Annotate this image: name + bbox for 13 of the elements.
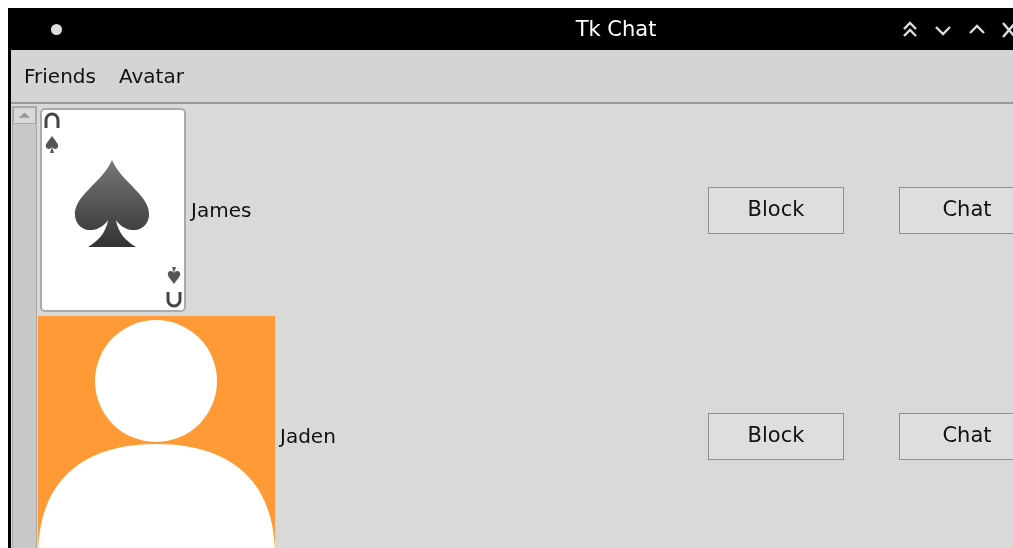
close-icon[interactable] xyxy=(1001,20,1013,40)
block-button[interactable]: Block xyxy=(708,186,844,234)
scrollbar[interactable] xyxy=(12,106,37,548)
chat-button[interactable]: Chat xyxy=(899,186,1013,234)
menu-item[interactable]: Avatar xyxy=(118,61,184,91)
friend-name: James xyxy=(189,197,253,224)
block-button[interactable]: Block xyxy=(708,412,844,460)
chat-button[interactable]: Chat xyxy=(899,412,1013,460)
menu-item[interactable]: Friends xyxy=(24,61,96,91)
person-avatar-icon xyxy=(38,316,275,548)
window-menu-icon[interactable] xyxy=(51,24,62,35)
window-title: Tk Chat xyxy=(574,16,658,42)
friend-name: Jaden xyxy=(278,423,337,450)
